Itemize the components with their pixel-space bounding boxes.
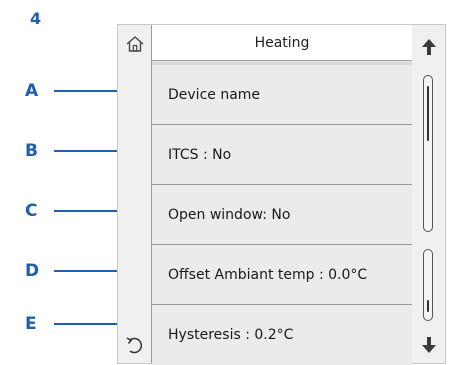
arrow-down-icon [421,337,436,353]
left-toolbar [118,25,151,363]
home-button[interactable] [118,27,151,61]
scrollbar-thumb[interactable] [427,86,429,141]
scrollbar-thumb-lower[interactable] [427,300,429,312]
device-screen: Heating Device name ITCS : No Open windo… [117,24,446,365]
undo-arrow-icon [126,337,142,354]
scrollbar-track-upper[interactable] [423,75,433,232]
callout-letter: B [25,141,38,161]
screen-title: Heating [152,25,412,61]
scroll-up-button[interactable] [412,30,445,64]
home-icon [126,36,143,52]
back-button[interactable] [118,328,151,362]
menu-item-offset-ambiant-temp[interactable]: Offset Ambiant temp : 0.0°C [152,245,412,305]
arrow-up-icon [421,39,436,55]
menu-item-device-name[interactable]: Device name [152,65,412,125]
right-toolbar [412,25,445,363]
callout-letter: A [25,81,39,101]
scroll-down-button[interactable] [412,328,445,362]
menu-item-open-window[interactable]: Open window: No [152,185,412,245]
callout-letter: C [25,201,38,221]
menu-item-itcs[interactable]: ITCS : No [152,125,412,185]
callout-letter: D [25,261,40,281]
menu-item-hysteresis[interactable]: Hysteresis : 0.2°C [152,305,412,365]
menu-panel: Heating Device name ITCS : No Open windo… [151,25,413,365]
scrollbar-track-lower[interactable] [423,249,433,321]
figure-number: 4 [30,9,42,28]
callout-letter: E [25,314,37,334]
